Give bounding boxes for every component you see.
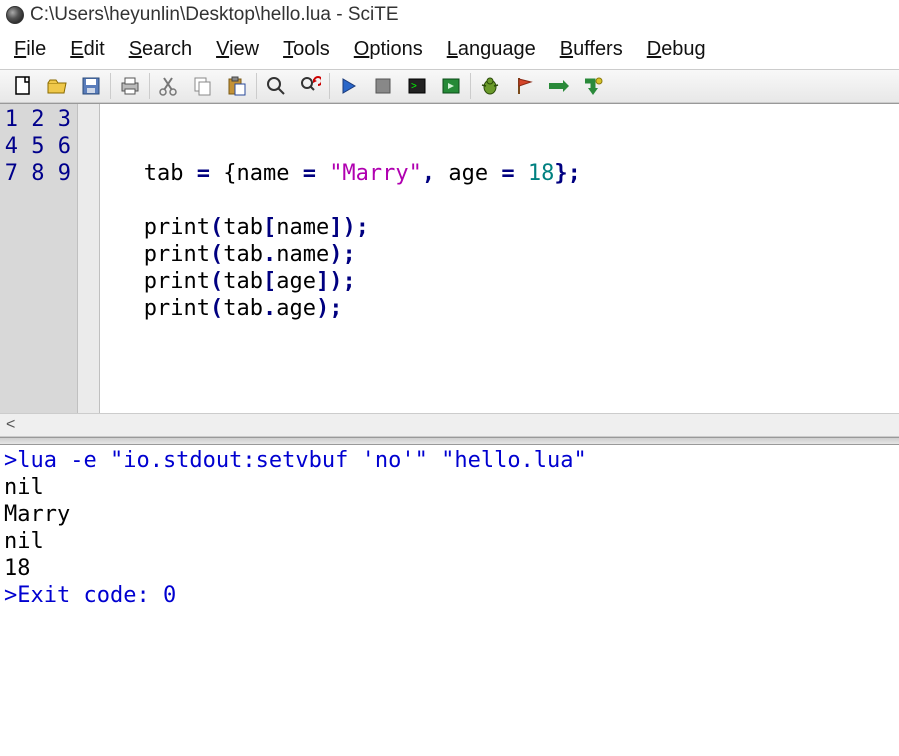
menu-tools[interactable]: Tools <box>283 38 330 61</box>
code-line[interactable]: print(tab[name]); <box>104 214 899 241</box>
bug-button[interactable] <box>477 73 503 99</box>
build-button[interactable] <box>438 73 464 99</box>
copy-button[interactable] <box>190 73 216 99</box>
menubar: File Edit Search View Tools Options Language Bu… <box>0 30 899 69</box>
output-line: nil <box>4 528 895 555</box>
svg-text:>: > <box>411 81 417 92</box>
print-button[interactable] <box>117 73 143 99</box>
menu-view[interactable]: View <box>216 38 259 61</box>
output-line: >Exit code: 0 <box>4 582 895 609</box>
horizontal-scrollbar[interactable]: < <box>0 413 899 437</box>
stop-button[interactable] <box>370 73 396 99</box>
stepover-button[interactable] <box>545 73 571 99</box>
code-line[interactable] <box>104 322 899 349</box>
find-button[interactable] <box>263 73 289 99</box>
app-icon <box>6 6 24 24</box>
menu-debug[interactable]: Debug <box>647 38 706 61</box>
replace-button[interactable] <box>297 73 323 99</box>
code-line[interactable] <box>104 133 899 160</box>
fold-margin <box>78 104 100 413</box>
toolbar: > <box>0 69 899 103</box>
code-line[interactable]: print(tab.name); <box>104 241 899 268</box>
output-pane[interactable]: >lua -e "io.stdout:setvbuf 'no'" "hello.… <box>0 445 899 756</box>
window-title: C:\Users\heyunlin\Desktop\hello.lua - Sc… <box>30 4 399 26</box>
stepinto-button[interactable] <box>579 73 605 99</box>
titlebar: C:\Users\heyunlin\Desktop\hello.lua - Sc… <box>0 0 899 30</box>
code-line[interactable] <box>104 106 899 133</box>
code-line[interactable]: print(tab[age]); <box>104 268 899 295</box>
flag-button[interactable] <box>511 73 537 99</box>
menu-language[interactable]: Language <box>447 38 536 61</box>
code-line[interactable]: print(tab.age); <box>104 295 899 322</box>
editor[interactable]: 1 2 3 4 5 6 7 8 9 tab = {name = "Marry",… <box>0 103 899 413</box>
console-button[interactable]: > <box>404 73 430 99</box>
output-line: >lua -e "io.stdout:setvbuf 'no'" "hello.… <box>4 447 895 474</box>
code-line[interactable]: tab = {name = "Marry", age = 18}; <box>104 160 899 187</box>
save-button[interactable] <box>78 73 104 99</box>
menu-file[interactable]: File <box>14 38 46 61</box>
open-button[interactable] <box>44 73 70 99</box>
code-line[interactable] <box>104 187 899 214</box>
go-button[interactable] <box>336 73 362 99</box>
scroll-left-icon[interactable]: < <box>6 416 15 434</box>
menu-search[interactable]: Search <box>129 38 192 61</box>
menu-buffers[interactable]: Buffers <box>560 38 623 61</box>
output-line: nil <box>4 474 895 501</box>
new-button[interactable] <box>10 73 36 99</box>
code-editor[interactable]: tab = {name = "Marry", age = 18}; print(… <box>100 104 899 413</box>
menu-edit[interactable]: Edit <box>70 38 104 61</box>
paste-button[interactable] <box>224 73 250 99</box>
splitter[interactable] <box>0 437 899 445</box>
output-line: Marry <box>4 501 895 528</box>
output-line: 18 <box>4 555 895 582</box>
menu-options[interactable]: Options <box>354 38 423 61</box>
line-number-gutter: 1 2 3 4 5 6 7 8 9 <box>0 104 78 413</box>
cut-button[interactable] <box>156 73 182 99</box>
